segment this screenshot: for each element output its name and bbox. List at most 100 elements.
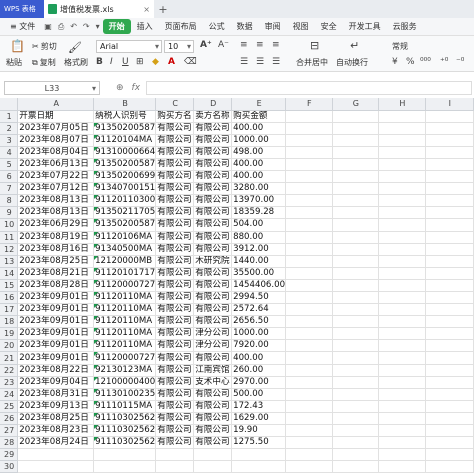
cell[interactable]: 有限公司: [155, 122, 195, 135]
cell[interactable]: [378, 182, 426, 196]
cell[interactable]: 有限公司: [155, 339, 195, 353]
app-tab[interactable]: WPS 表格: [0, 0, 44, 18]
cell[interactable]: [332, 448, 380, 462]
cell[interactable]: [378, 146, 426, 159]
cell[interactable]: [425, 170, 474, 184]
cell[interactable]: 2572.64: [231, 303, 287, 317]
cell[interactable]: 木研究院: [193, 255, 233, 268]
row-header[interactable]: 3: [0, 134, 19, 147]
cell[interactable]: [332, 412, 380, 426]
cell[interactable]: [285, 158, 333, 172]
more-icon[interactable]: ▾: [93, 22, 103, 31]
cell[interactable]: 有限公司: [155, 194, 195, 208]
cell[interactable]: 卖方名称: [193, 110, 233, 123]
cell[interactable]: 400.00: [231, 170, 287, 184]
tab-insert[interactable]: 插入: [131, 21, 159, 32]
cell[interactable]: [378, 412, 426, 426]
cell[interactable]: [378, 291, 426, 305]
cell[interactable]: [332, 315, 380, 329]
row-header[interactable]: 5: [0, 158, 19, 172]
cell[interactable]: 2023年08月21日: [17, 267, 95, 280]
cell[interactable]: 有限公司: [155, 364, 195, 377]
cell[interactable]: 购买方名: [155, 110, 195, 123]
column-header[interactable]: E: [231, 98, 287, 111]
cell[interactable]: [285, 291, 333, 305]
row-header[interactable]: 1: [0, 110, 19, 123]
cell[interactable]: 91110302562: [93, 436, 157, 450]
cell[interactable]: [332, 206, 380, 220]
cell[interactable]: [17, 448, 95, 462]
cell[interactable]: [425, 243, 474, 256]
cell[interactable]: 35500.00: [231, 267, 287, 280]
cell[interactable]: 2023年08月24日: [17, 436, 95, 450]
cell[interactable]: 2023年08月16日: [17, 243, 95, 256]
row-header[interactable]: 16: [0, 291, 19, 305]
cell[interactable]: 有限公司: [193, 303, 233, 317]
cell[interactable]: 有限公司: [193, 351, 233, 365]
cell[interactable]: 3280.00: [231, 182, 287, 196]
align-top-icon[interactable]: ≡: [240, 40, 248, 50]
cell[interactable]: 91120110MA: [93, 291, 157, 305]
cell[interactable]: [425, 279, 474, 293]
cell[interactable]: [93, 448, 157, 462]
copy-button[interactable]: ⧉ 复制: [32, 57, 56, 68]
cell[interactable]: 有限公司: [193, 182, 233, 196]
row-header[interactable]: 14: [0, 267, 19, 280]
cell[interactable]: 12120000MB: [93, 255, 157, 268]
cell[interactable]: 有限公司: [155, 315, 195, 329]
cell[interactable]: [378, 351, 426, 365]
cell[interactable]: [332, 110, 380, 123]
cell[interactable]: 91110302562: [93, 424, 157, 438]
cell[interactable]: 1000.00: [231, 327, 287, 341]
align-center-icon[interactable]: ☰: [256, 57, 264, 67]
cell[interactable]: [332, 279, 380, 293]
cell[interactable]: [285, 339, 333, 353]
cell[interactable]: [285, 327, 333, 341]
cell[interactable]: [332, 146, 380, 159]
cell[interactable]: 2023年08月25日: [17, 255, 95, 268]
thousands-icon[interactable]: ⁰⁰⁰: [420, 57, 431, 67]
cell[interactable]: 2023年08月22日: [17, 364, 95, 377]
cell[interactable]: [425, 267, 474, 280]
format-painter-icon[interactable]: 🖌: [68, 41, 82, 54]
wrap-text-button[interactable]: 自动换行: [336, 57, 368, 68]
fx-icon[interactable]: fx: [132, 83, 141, 93]
name-box[interactable]: L33 ▾: [4, 81, 100, 95]
cell[interactable]: 2023年08月07日: [17, 134, 95, 147]
cell[interactable]: 有限公司: [155, 243, 195, 256]
document-tab[interactable]: 增值税发票.xls ×: [44, 0, 154, 18]
cell[interactable]: 有限公司: [155, 158, 195, 172]
cell[interactable]: 有限公司: [155, 351, 195, 365]
close-tab-icon[interactable]: ×: [143, 5, 150, 14]
cell[interactable]: [425, 364, 474, 377]
cell[interactable]: 91310000664: [93, 146, 157, 159]
cell[interactable]: 500.00: [231, 388, 287, 401]
cell[interactable]: 19.90: [231, 424, 287, 438]
row-header[interactable]: 4: [0, 146, 19, 159]
cell[interactable]: 91110302562: [93, 412, 157, 426]
cell[interactable]: [231, 448, 287, 462]
cell[interactable]: [378, 231, 426, 244]
cell[interactable]: [378, 267, 426, 280]
cell[interactable]: 2023年09月04日: [17, 376, 95, 389]
cell[interactable]: 91350200699: [93, 170, 157, 184]
cell[interactable]: 有限公司: [193, 400, 233, 413]
cell[interactable]: 有限公司: [155, 412, 195, 426]
cell[interactable]: 2970.00: [231, 376, 287, 389]
cell[interactable]: [425, 110, 474, 123]
cell[interactable]: 2023年09月13日: [17, 400, 95, 413]
cell[interactable]: 有限公司: [155, 231, 195, 244]
cell[interactable]: [425, 388, 474, 401]
cell[interactable]: [378, 122, 426, 135]
cell[interactable]: 91120110MA: [93, 303, 157, 317]
cell[interactable]: 2023年08月04日: [17, 146, 95, 159]
cell[interactable]: [285, 412, 333, 426]
row-header[interactable]: 11: [0, 231, 19, 244]
cell[interactable]: [285, 436, 333, 450]
cell[interactable]: 91350211705: [93, 206, 157, 220]
cell[interactable]: [332, 243, 380, 256]
increase-decimal-icon[interactable]: ⁺⁰: [440, 57, 448, 67]
cell[interactable]: 有限公司: [193, 388, 233, 401]
align-middle-icon[interactable]: ≡: [256, 40, 264, 50]
cell[interactable]: 购买金额: [231, 110, 287, 123]
